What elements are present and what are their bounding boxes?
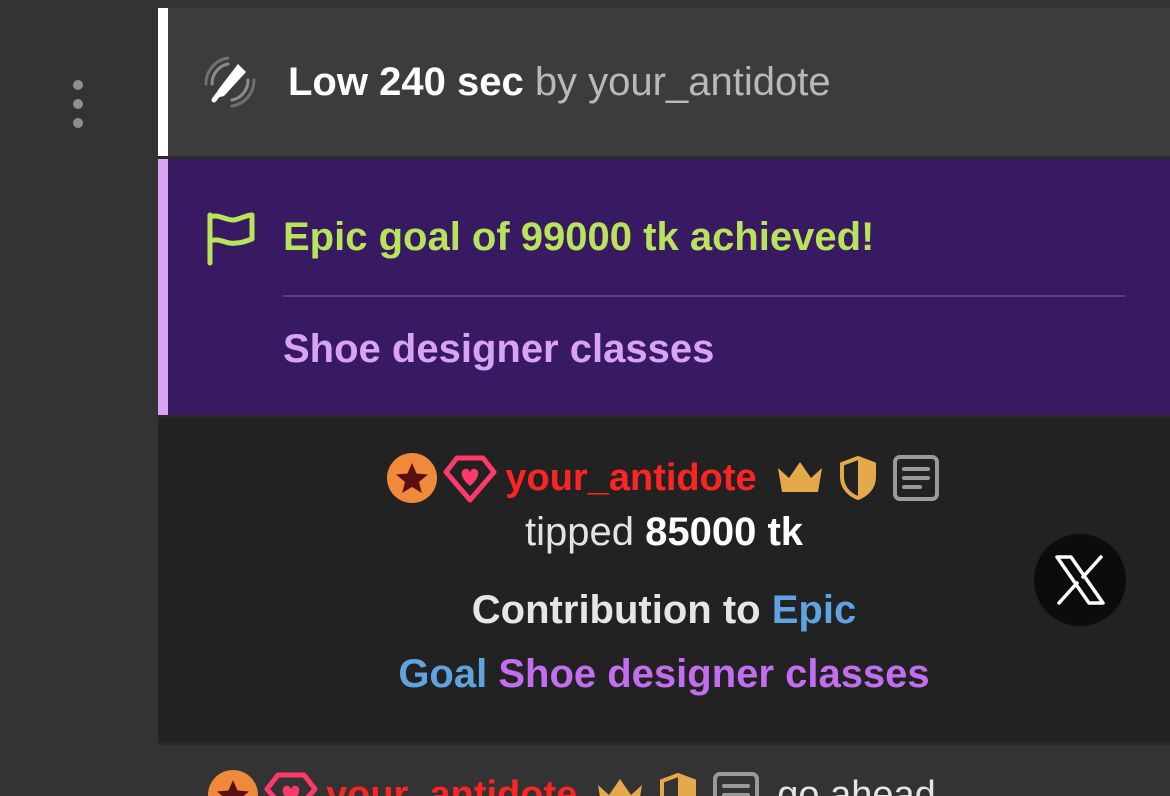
share-on-x-button[interactable]	[1034, 534, 1126, 626]
note-icon[interactable]	[889, 451, 943, 505]
heart-gem-icon	[264, 768, 318, 796]
notice-accent-bar	[158, 159, 168, 415]
x-logo-icon	[1055, 555, 1105, 605]
chat-username[interactable]: your_antidote	[326, 774, 577, 796]
sidebar	[0, 0, 158, 796]
tip-amount: 85000 tk	[645, 510, 804, 554]
tipped-label: tipped	[524, 510, 634, 554]
tip-user-line: your_antidote	[158, 450, 1170, 506]
crown-icon	[773, 451, 827, 505]
note-icon[interactable]	[709, 768, 763, 796]
star-badge-icon	[206, 768, 260, 796]
goal-achieved-title: Epic goal of 99000 tk achieved!	[283, 215, 875, 259]
goal-divider	[283, 295, 1125, 297]
chat-message: your_antidote go ahead	[158, 745, 1170, 796]
contribution-label: Contribution to	[471, 588, 761, 632]
star-badge-icon	[385, 451, 439, 505]
vibration-notice: Low 240 sec by your_antidote	[158, 8, 1170, 156]
kebab-menu-icon[interactable]	[60, 72, 96, 136]
contribution-line: Contribution to Epic	[158, 586, 1170, 634]
notice-accent-bar	[158, 8, 168, 156]
shield-icon	[831, 451, 885, 505]
tip-username[interactable]: your_antidote	[505, 457, 756, 500]
crown-icon	[593, 768, 647, 796]
vibration-notice-text: Low 240 sec by your_antidote	[288, 58, 831, 106]
vibration-by-user: by your_antidote	[534, 60, 831, 104]
heart-gem-icon	[443, 451, 497, 505]
tip-notice: your_antidote tipped 85000 tk Contributi…	[158, 418, 1170, 742]
epic-goal-link-goal[interactable]: Goal	[398, 652, 487, 696]
vibration-toy-icon	[204, 56, 256, 108]
goal-name: Shoe designer classes	[283, 327, 715, 371]
chat-message-line: your_antidote go ahead	[204, 767, 936, 796]
shield-icon	[651, 768, 705, 796]
top-gap	[158, 0, 1170, 8]
goal-link-line: Goal Shoe designer classes	[158, 650, 1170, 698]
epic-goal-link-epic[interactable]: Epic	[772, 588, 856, 632]
chat-message-text: go ahead	[777, 773, 936, 796]
flag-icon	[207, 212, 255, 266]
goal-achieved-notice: Epic goal of 99000 tk achieved! Shoe des…	[158, 159, 1170, 415]
vibration-level-label: Low 240 sec	[288, 60, 524, 104]
goal-name-link[interactable]: Shoe designer classes	[498, 652, 929, 696]
tip-amount-line: tipped 85000 tk	[158, 508, 1170, 556]
